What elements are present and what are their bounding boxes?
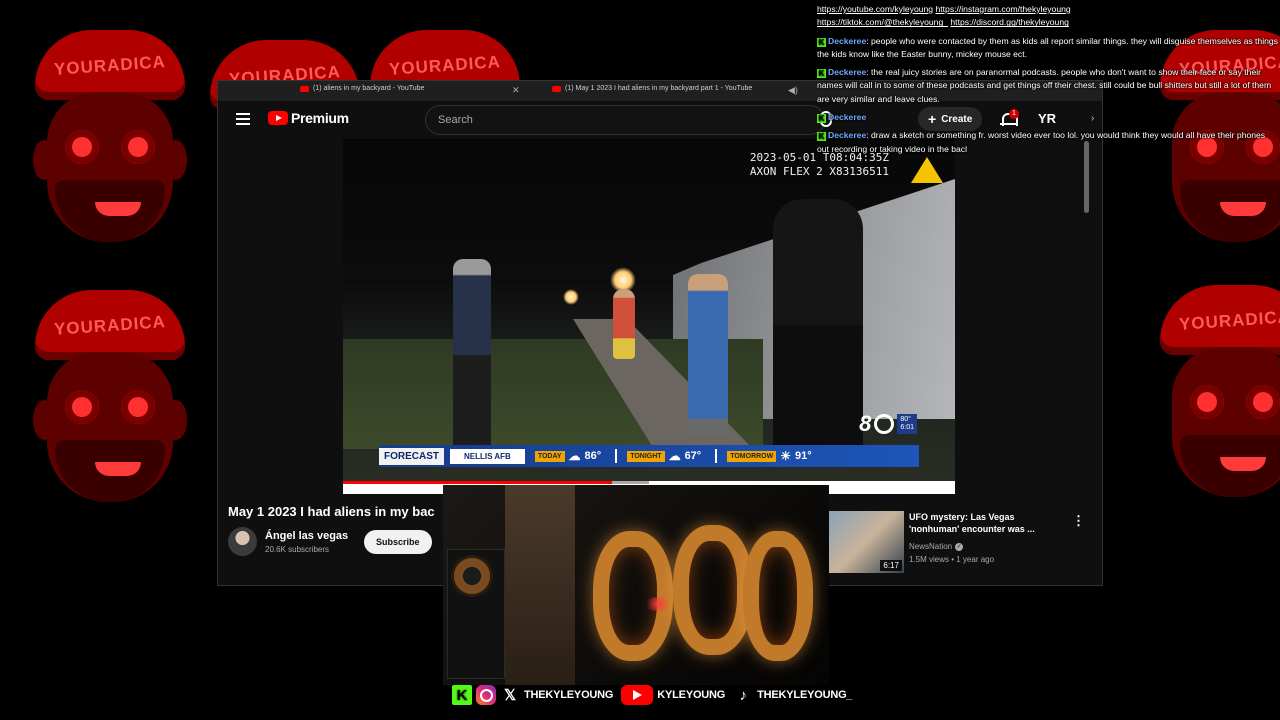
partly-cloudy-icon: ☁ — [568, 449, 581, 463]
axon-warning-icon — [911, 157, 943, 183]
recommended-channel[interactable]: NewsNation ✓ — [909, 542, 964, 551]
video-scene-light — [563, 289, 579, 305]
youtube-logo[interactable]: Premium — [268, 110, 349, 126]
webcam-feed — [443, 485, 829, 685]
kick-icon: K — [817, 132, 826, 142]
forecast-location: NELLIS AFB — [450, 448, 525, 464]
video-title: May 1 2023 I had aliens in my bac — [228, 504, 435, 519]
chat-username: Deckeree — [828, 112, 867, 123]
youtube-icon — [300, 85, 309, 92]
cloudy-night-icon: ☁ — [668, 449, 681, 463]
balloon-zero — [593, 531, 673, 661]
socials-bar: K 𝕏 THEKYLEYOUNG KYLEYOUNG ♪ THEKYLEYOUN… — [452, 684, 860, 706]
chat-message: K Deckeree: draw a sketch or something fr… — [817, 130, 1266, 154]
mascot-graphic: YOURADICA — [25, 30, 195, 280]
video-person — [773, 199, 863, 449]
mascot-graphic: YOURADICA — [1150, 285, 1280, 535]
sunny-icon: ☀ — [780, 449, 792, 463]
bodycam-id: AXON FLEX 2 X83136511 — [749, 165, 889, 178]
stream-chat-overlay: https://youtube.com/kyleyoung https://in… — [814, 0, 1278, 156]
chat-message: K Deckeree: the real juicy stories are on… — [817, 67, 1272, 104]
recommended-thumbnail[interactable]: 6:17 — [828, 511, 904, 573]
chat-message: K Deckeree: people who were contacted by … — [817, 35, 1278, 59]
forecast-today-temp: 86° — [584, 450, 602, 462]
discord-link[interactable]: https://discord.gg/thekyleyoung — [950, 17, 1068, 27]
speaker-cone — [451, 555, 493, 597]
tiktok-link[interactable]: https://tiktok.com/@thekyleyoung_ — [817, 17, 948, 27]
browser-tab-active[interactable]: (1) May 1 2023 I had aliens in my backya… — [552, 85, 752, 92]
speaker-icon[interactable]: ◀) — [788, 85, 798, 96]
cbs-eye-icon — [874, 414, 895, 434]
chat-text: people who were contacted by them as kid… — [817, 35, 1278, 59]
video-person — [453, 259, 491, 449]
tiktok-icon: ♪ — [739, 686, 748, 704]
verified-icon: ✓ — [955, 542, 964, 551]
video-person — [613, 289, 635, 359]
webcam-red-light — [643, 597, 673, 611]
kick-icon: K — [817, 69, 826, 79]
chat-links: https://youtube.com/kyleyoung https://in… — [814, 3, 1278, 30]
hamburger-menu-icon[interactable] — [236, 113, 250, 125]
close-icon[interactable]: ✕ — [512, 85, 520, 96]
forecast-label: FORECAST — [379, 447, 444, 465]
channel-bug-weather: 80° 6:01 — [897, 414, 917, 434]
channel-bug-temp: 80° — [900, 416, 911, 423]
recommended-meta: 1.5M views • 1 year ago — [909, 555, 995, 564]
tab-title: (1) aliens in my backyard - YouTube — [313, 85, 425, 92]
forecast-tomorrow-temp: 91° — [795, 450, 812, 462]
youtube-icon — [621, 685, 654, 705]
kick-icon: K — [817, 37, 826, 47]
video-progress-fill — [343, 481, 613, 484]
subscribe-button[interactable]: Subscribe — [364, 530, 432, 554]
forecast-separator — [715, 449, 718, 463]
balloon-zero — [673, 525, 753, 655]
channel-name[interactable]: Ángel las vegas — [265, 530, 348, 542]
video-buffer-bar — [612, 481, 649, 484]
tv-channel-bug: 8 80° 6:01 — [859, 411, 917, 437]
chat-message: K Deckeree — [814, 111, 1278, 124]
webcam-wall — [505, 485, 575, 685]
channel-subscriber-count: 20.6K subscribers — [265, 545, 330, 554]
chat-username: Deckeree — [828, 67, 867, 78]
search-placeholder: Search — [438, 114, 473, 126]
youtube-play-icon — [268, 111, 288, 125]
forecast-tomorrow-label: TOMORROW — [727, 450, 777, 462]
chat-text: draw a sketch or something fr. worst vid… — [817, 130, 1266, 154]
mascot-graphic: YOURADICA — [25, 290, 195, 540]
weather-forecast-ticker: FORECAST NELLIS AFB TODAY ☁ 86° TONIGHT … — [379, 445, 919, 467]
youtube-icon — [552, 85, 561, 92]
channel-number: 8 — [859, 411, 872, 436]
recommended-title[interactable]: UFO mystery: Las Vegas 'nonhuman' encoun… — [909, 511, 1055, 535]
forecast-tonight-label: TONIGHT — [627, 450, 665, 462]
x-handle: THEKYLEYOUNG — [524, 689, 614, 701]
video-player[interactable]: 2023-05-01 T08:04:35Z AXON FLEX 2 X83136… — [343, 139, 955, 494]
forecast-today-label: TODAY — [534, 450, 565, 462]
recommended-channel-name: NewsNation — [909, 542, 953, 551]
tab-title: (1) May 1 2023 I had aliens in my backya… — [565, 85, 753, 92]
x-icon: 𝕏 — [504, 687, 516, 704]
kick-icon: K — [452, 685, 472, 705]
tiktok-handle: THEKYLEYOUNG_ — [757, 689, 853, 701]
channel-bug-time: 6:01 — [900, 424, 914, 431]
forecast-separator — [615, 449, 618, 463]
balloon-zero — [743, 531, 813, 661]
chat-username: Deckeree — [828, 130, 867, 141]
youtube-link[interactable]: https://youtube.com/kyleyoung — [817, 4, 933, 14]
instagram-link[interactable]: https://instagram.com/thekyleyoung — [935, 4, 1070, 14]
browser-tab[interactable]: (1) aliens in my backyard - YouTube — [300, 85, 424, 92]
kick-icon: K — [817, 114, 826, 124]
video-person — [688, 274, 728, 434]
search-input[interactable]: Search — [425, 105, 825, 135]
video-duration: 6:17 — [880, 560, 902, 571]
chat-username: Deckeree — [828, 35, 867, 46]
instagram-icon — [476, 685, 496, 705]
logo-text: Premium — [291, 110, 349, 126]
forecast-tonight-temp: 67° — [684, 450, 702, 462]
chat-text: the real juicy stories are on paranormal… — [817, 67, 1272, 104]
more-options-icon[interactable]: ⋮ — [1072, 513, 1085, 529]
channel-avatar[interactable] — [228, 527, 257, 556]
youtube-handle: KYLEYOUNG — [657, 689, 726, 701]
recommended-video[interactable]: 6:17 UFO mystery: Las Vegas 'nonhuman' e… — [828, 511, 1088, 573]
